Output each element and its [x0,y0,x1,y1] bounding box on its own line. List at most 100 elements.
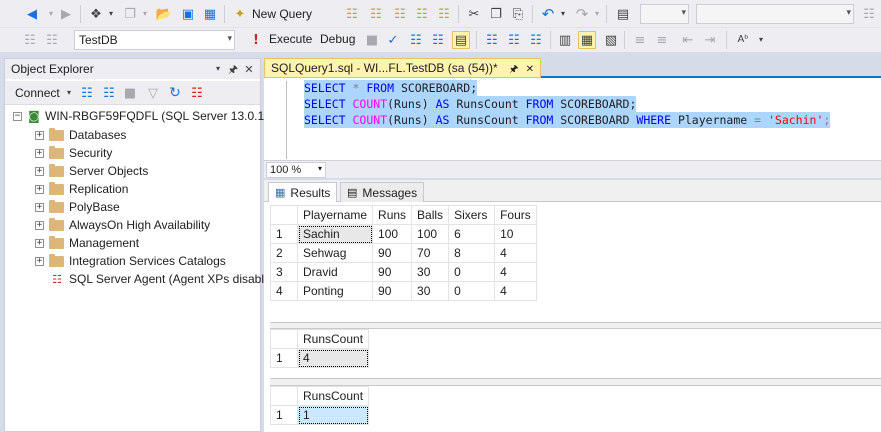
grid-cell[interactable]: 8 [448,243,496,263]
specify-values-icon[interactable]: Aᵇ [734,32,752,48]
code-line-2[interactable]: SELECT COUNT(Runs) AS RunsCount FROM SCO… [304,96,637,112]
tree-node-security[interactable]: + Security [35,144,112,162]
tree-node-server-objects[interactable]: + Server Objects [35,162,148,180]
paste-icon[interactable]: ⎘ [510,6,526,22]
connect-button[interactable]: Connect [15,86,60,100]
code-line-3[interactable]: SELECT COUNT(Runs) AS RunsCount FROM SCO… [304,112,831,128]
grid-cell[interactable]: 4 [494,281,537,301]
grid-cell[interactable]: 1 [296,405,370,425]
stop-icon[interactable]: ■ [366,32,378,48]
row-number[interactable]: 1 [270,405,298,425]
tree-node-integration-services[interactable]: + Integration Services Catalogs [35,252,226,270]
column-header[interactable]: Runs [372,205,413,225]
disconnect-icon[interactable]: ☷ [101,85,117,101]
row-header-corner[interactable] [270,205,298,225]
tree-node-sql-agent[interactable]: ☷ SQL Server Agent (Agent XPs disabl [49,270,264,288]
filter-icon[interactable]: ▽ [145,85,161,101]
database-select[interactable]: TestDB ▾ [74,30,235,50]
grid-cell[interactable]: 70 [411,243,450,263]
save-icon[interactable]: ▣ [180,6,196,22]
expand-icon[interactable]: + [35,130,44,140]
connect-dropdown-icon[interactable]: ▾ [65,87,73,99]
zoom-select[interactable]: 100 % ▾ [266,162,326,178]
column-header[interactable]: Balls [411,205,450,225]
expand-icon[interactable]: + [35,202,44,212]
forward-icon[interactable]: ▶ [58,6,74,22]
stop-icon[interactable]: ■ [123,85,137,101]
expand-icon[interactable]: + [35,238,44,248]
grid-cell[interactable]: 4 [494,243,537,263]
grid-cell[interactable]: 100 [372,224,413,244]
grid-cell[interactable]: 30 [411,262,450,282]
column-header[interactable]: Playername [296,205,374,225]
estimated-plan-icon[interactable]: ☷ [408,32,424,48]
column-header[interactable]: Fours [494,205,537,225]
find-in-files-icon[interactable]: ☷ [862,6,876,22]
row-header-corner[interactable] [270,329,298,349]
refresh-icon[interactable]: ↻ [167,85,183,101]
grid-cell[interactable]: 90 [372,243,413,263]
expand-icon[interactable]: + [35,148,44,158]
debug-button[interactable]: Debug [320,32,355,46]
parse-icon[interactable]: ✓ [386,32,400,48]
close-icon[interactable]: ✕ [243,62,255,76]
back-icon[interactable]: ◀ [24,6,40,22]
grid-cell[interactable]: Ponting [296,281,374,301]
close-icon[interactable]: ✕ [526,64,534,75]
undo-dropdown-icon[interactable]: ▾ [558,6,568,22]
server-node[interactable]: − ◙ WIN-RBGF59FQDFL (SQL Server 13.0.16 [13,107,271,125]
code-line-1[interactable]: SELECT * FROM SCOREBOARD; [304,80,478,96]
uncomment-icon[interactable]: ≡ [654,32,670,48]
execute-icon[interactable]: ! [250,32,262,48]
grid-cell[interactable]: 30 [411,281,450,301]
cut-icon[interactable]: ✂ [466,6,482,22]
window-position-icon[interactable]: ▾ [213,63,223,75]
pin-icon[interactable]: 🖈 [227,62,239,76]
toolbar-options-icon[interactable]: ▾ [756,32,766,48]
column-header[interactable]: Sixers [448,205,496,225]
tree-node-alwayson[interactable]: + AlwaysOn High Availability [35,216,210,234]
row-number[interactable]: 3 [270,262,298,282]
copy-icon[interactable]: ❐ [488,6,504,22]
query-editor[interactable]: SELECT * FROM SCOREBOARD; SELECT COUNT(R… [264,78,881,160]
row-number[interactable]: 2 [270,243,298,263]
grid-cell[interactable]: 4 [494,262,537,282]
activity-monitor-icon[interactable]: ▤ [614,6,632,22]
tree-node-management[interactable]: + Management [35,234,139,252]
solution-config-combo[interactable]: ▾ [640,4,689,24]
tree-node-replication[interactable]: + Replication [35,180,128,198]
results-grid-toggle-icon[interactable]: ▦ [578,31,596,49]
new-query-icon[interactable]: ✦ [232,6,248,22]
row-header-corner[interactable] [270,386,298,406]
grid-splitter[interactable] [270,378,881,386]
column-header[interactable]: RunsCount [296,386,370,406]
results-to-file-icon[interactable]: ▧ [602,32,620,48]
redo-dropdown-icon[interactable]: ▾ [592,6,602,22]
row-number[interactable]: 1 [270,224,298,244]
connect-icon[interactable]: ☷ [22,32,38,48]
find-combo[interactable]: ▾ [696,4,854,24]
expand-icon[interactable]: + [35,184,44,194]
column-header[interactable]: RunsCount [296,329,370,349]
undo-icon[interactable]: ↶ [540,6,556,22]
comment-icon[interactable]: ≡ [632,32,648,48]
dmx-query-icon[interactable]: ☷ [392,6,408,22]
grid-cell[interactable]: 90 [372,262,413,282]
query-designer-icon[interactable]: ☷ [430,32,446,48]
execute-button[interactable]: Execute [269,32,312,46]
grid-cell[interactable]: 0 [448,281,496,301]
grid-cell[interactable]: Sehwag [296,243,374,263]
expand-icon[interactable]: + [35,256,44,266]
new-query-button[interactable]: New Query [252,7,312,21]
xmla-query-icon[interactable]: ☷ [414,6,430,22]
grid-cell[interactable]: 6 [448,224,496,244]
increase-indent-icon[interactable]: ⇥ [702,32,718,48]
redo-icon[interactable]: ↷ [574,6,590,22]
grid-splitter[interactable] [270,322,881,329]
tab-results[interactable]: ▦ Results [268,182,338,203]
decrease-indent-icon[interactable]: ⇤ [680,32,696,48]
tree-node-databases[interactable]: + Databases [35,126,126,144]
row-number[interactable]: 4 [270,281,298,301]
save-all-icon[interactable]: ▦ [202,6,218,22]
pin-icon[interactable]: 🖈 [509,64,518,75]
